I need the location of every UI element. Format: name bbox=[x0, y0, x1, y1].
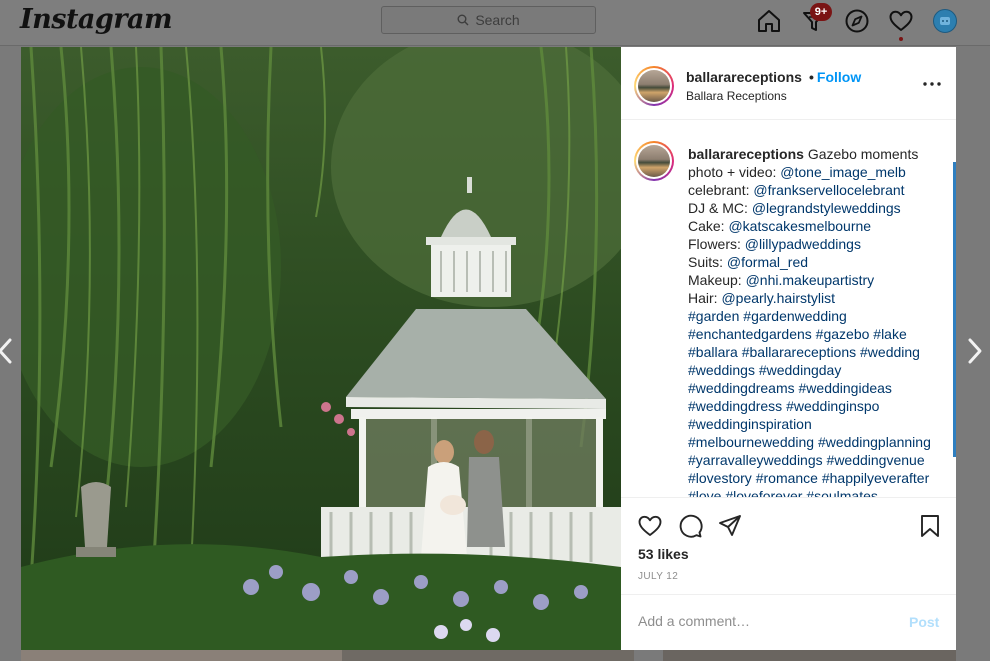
home-icon[interactable] bbox=[756, 8, 782, 34]
caption-link[interactable]: @pearly.hairstylist bbox=[721, 290, 835, 306]
caption-link[interactable]: #weddingplanning bbox=[818, 434, 931, 450]
caption-link[interactable]: #weddingdress bbox=[688, 398, 782, 414]
caption-line: Flowers: @lillypadweddings bbox=[688, 236, 861, 252]
post-username[interactable]: ballarareceptions bbox=[686, 69, 802, 85]
caption-line: Hair: @pearly.hairstylist bbox=[688, 290, 835, 306]
caption-link[interactable]: #love bbox=[688, 488, 721, 497]
caption-link[interactable]: @nhi.makeupartistry bbox=[746, 272, 875, 288]
grid-tile bbox=[342, 650, 634, 661]
avatar[interactable] bbox=[634, 141, 674, 181]
comment-form: Post bbox=[621, 594, 956, 650]
caption-line: Cake: @katscakesmelbourne bbox=[688, 218, 872, 234]
bookmark-icon[interactable] bbox=[917, 513, 943, 539]
caption-scroll-area[interactable]: ballarareceptions Gazebo moments photo +… bbox=[621, 120, 956, 498]
profile-face-icon bbox=[940, 17, 950, 25]
caption-link[interactable]: #ballarareceptions bbox=[742, 344, 856, 360]
activity-dot bbox=[899, 37, 903, 41]
caption-username[interactable]: ballarareceptions bbox=[688, 146, 804, 162]
caption-link[interactable]: #weddinginspo bbox=[786, 398, 879, 414]
caption-link[interactable]: #weddingideas bbox=[799, 380, 892, 396]
post-photo[interactable] bbox=[21, 47, 621, 650]
caption-link[interactable]: #yarravalleyweddings bbox=[688, 452, 823, 468]
heart-icon[interactable] bbox=[637, 513, 663, 539]
caption-line: #garden #gardenwedding bbox=[688, 307, 950, 325]
caption-line: #yarravalleyweddings #weddingvenue bbox=[688, 451, 950, 469]
caption-link[interactable]: @formal_red bbox=[727, 254, 808, 270]
post-comment-button[interactable]: Post bbox=[909, 614, 939, 630]
caption-line: #melbournewedding #weddingplanning bbox=[688, 433, 950, 451]
chevron-right-icon[interactable] bbox=[964, 336, 986, 366]
caption-line: #ballara #ballarareceptions #wedding bbox=[688, 343, 950, 361]
post-actions: 53 likes JULY 12 bbox=[621, 499, 956, 594]
compass-icon[interactable] bbox=[844, 8, 870, 34]
caption-line: #weddings #weddingday bbox=[688, 361, 950, 379]
caption-link[interactable]: #lovestory bbox=[688, 470, 752, 486]
top-nav: Instagram Search 9+ bbox=[0, 0, 990, 46]
follow-button[interactable]: • Follow bbox=[809, 69, 861, 85]
comment-input[interactable] bbox=[638, 609, 898, 633]
caption-line: #love #loveforever #soulmates bbox=[688, 487, 950, 497]
caption-line: DJ & MC: @legrandstyleweddings bbox=[688, 200, 901, 216]
caption-line: #lovestory #romance #happilyeverafter bbox=[688, 469, 950, 487]
caption-link[interactable]: #enchantedgardens bbox=[688, 326, 812, 342]
comment-icon[interactable] bbox=[677, 513, 703, 539]
avatar[interactable] bbox=[634, 66, 674, 106]
caption-link[interactable]: #ballara bbox=[688, 344, 738, 360]
caption-link[interactable]: #gardenwedding bbox=[743, 308, 847, 324]
wedding-gazebo-photo bbox=[21, 47, 621, 650]
post-header: ballarareceptions • Follow Ballara Recept… bbox=[621, 47, 956, 120]
instagram-logo[interactable]: Instagram bbox=[20, 4, 173, 35]
caption-link[interactable]: #lake bbox=[873, 326, 906, 342]
caption-line: Makeup: @nhi.makeupartistry bbox=[688, 272, 875, 288]
caption-line: Gazebo moments bbox=[807, 146, 919, 162]
caption-link[interactable]: #wedding bbox=[860, 344, 920, 360]
caption-link[interactable]: #weddings bbox=[688, 362, 755, 378]
caption-link[interactable]: #soulmates bbox=[806, 488, 878, 497]
caption-link[interactable]: #weddingdreams bbox=[688, 380, 795, 396]
caption-line: Suits: @formal_red bbox=[688, 254, 809, 270]
caption-link[interactable]: @tone_image_melb bbox=[780, 164, 906, 180]
likes-count[interactable]: 53 likes bbox=[638, 546, 689, 562]
caption-link[interactable]: @katscakesmelbourne bbox=[728, 218, 871, 234]
avatar[interactable] bbox=[933, 9, 957, 33]
caption-link[interactable]: #happilyeverafter bbox=[822, 470, 929, 486]
post-date[interactable]: JULY 12 bbox=[638, 571, 678, 582]
caption-line: #weddingdress #weddinginspo bbox=[688, 397, 950, 415]
caption-line: #weddingdreams #weddingideas bbox=[688, 379, 950, 397]
caption-link[interactable]: #melbournewedding bbox=[688, 434, 814, 450]
grid-tile bbox=[663, 650, 956, 661]
search-box[interactable]: Search bbox=[381, 6, 596, 34]
caption-link[interactable]: #garden bbox=[688, 308, 739, 324]
caption-link[interactable]: #gazebo bbox=[816, 326, 870, 342]
share-icon[interactable] bbox=[717, 513, 743, 539]
caption-line: photo + video: @tone_image_melb bbox=[688, 164, 906, 180]
caption-line: #enchantedgardens #gazebo #lake bbox=[688, 325, 950, 343]
search-icon bbox=[457, 14, 469, 26]
post-details-panel: ballarareceptions • Follow Ballara Recept… bbox=[621, 47, 956, 650]
heart-icon[interactable] bbox=[888, 8, 914, 34]
grid-tile bbox=[21, 650, 342, 661]
chevron-left-icon[interactable] bbox=[0, 336, 16, 366]
caption-link[interactable]: #loveforever bbox=[725, 488, 802, 497]
caption-link[interactable]: @lillypadweddings bbox=[745, 236, 861, 252]
caption-link[interactable]: @frankservellocelebrant bbox=[753, 182, 904, 198]
follow-label: Follow bbox=[816, 69, 862, 85]
caption-line: #weddinginspiration bbox=[688, 415, 950, 433]
caption-text: ballarareceptions Gazebo moments photo +… bbox=[688, 145, 950, 497]
caption-link[interactable]: #weddingvenue bbox=[827, 452, 925, 468]
search-placeholder: Search bbox=[475, 12, 520, 28]
notification-badge: 9+ bbox=[810, 3, 832, 21]
follow-separator: • bbox=[809, 69, 814, 85]
caption-link[interactable]: @legrandstyleweddings bbox=[752, 200, 901, 216]
caption-link[interactable]: #romance bbox=[756, 470, 818, 486]
caption-line: celebrant: @frankservellocelebrant bbox=[688, 182, 905, 198]
scrollbar[interactable] bbox=[953, 162, 956, 457]
post-display-name: Ballara Receptions bbox=[686, 89, 787, 103]
caption-link[interactable]: #weddinginspiration bbox=[688, 416, 812, 432]
caption-link[interactable]: #weddingday bbox=[759, 362, 842, 378]
more-options-icon[interactable] bbox=[921, 75, 943, 93]
